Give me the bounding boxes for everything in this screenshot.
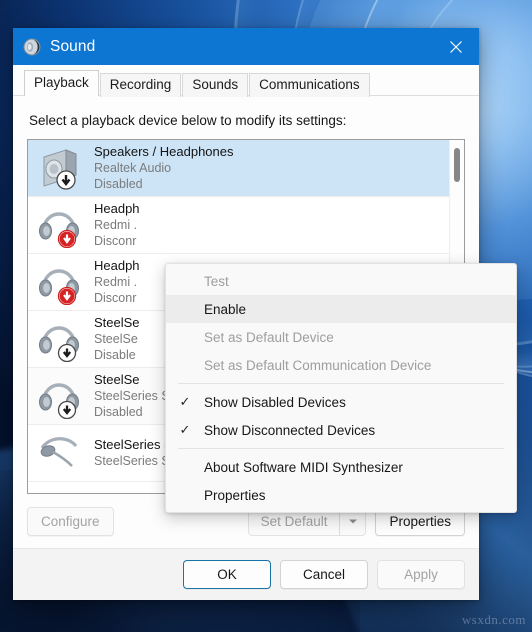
sound-dialog-window: Sound Playback Recording Sounds Communic…: [13, 28, 517, 600]
device-name: Speakers / Headphones: [94, 144, 234, 159]
headphones-icon: [36, 202, 84, 249]
menu-item-label: Test: [204, 273, 229, 289]
status-badge: Disabled: [94, 177, 143, 191]
apply-button[interactable]: Apply: [377, 560, 465, 589]
tab-recording[interactable]: Recording: [99, 73, 182, 97]
device-text: Headph Redmi . Disconr: [94, 258, 140, 306]
status-badge: Disconr: [94, 291, 137, 305]
device-name: Headph: [94, 258, 140, 273]
menu-item-label: Show Disconnected Devices: [204, 422, 376, 438]
menu-item-label: Set as Default Device: [204, 329, 334, 345]
device-name: SteelSe: [94, 315, 140, 330]
dialog-footer: OK Cancel Apply: [13, 548, 479, 600]
menu-item-label: About Software MIDI Synthesizer: [204, 459, 403, 475]
headset-icon: [36, 316, 84, 363]
menu-item-enable[interactable]: Enable: [166, 295, 516, 323]
ok-button[interactable]: OK: [183, 560, 271, 589]
menu-item-set-as-default-device[interactable]: Set as Default Device: [166, 323, 516, 351]
menu-item-test[interactable]: Test: [166, 267, 516, 295]
watermark: wsxdn.com: [461, 612, 526, 627]
tab-communications[interactable]: Communications: [249, 73, 370, 97]
microphone-icon: [36, 430, 84, 476]
table-row[interactable]: Headph Redmi . Disconr: [28, 197, 449, 254]
device-driver: SteelSe: [94, 332, 138, 346]
menu-separator: [178, 448, 504, 449]
window-body: Playback Recording Sounds Communications…: [13, 65, 517, 600]
context-menu[interactable]: Test Enable Set as Default Device Set as…: [165, 263, 517, 513]
cancel-button[interactable]: Cancel: [280, 560, 368, 589]
menu-item-label: Set as Default Communication Device: [204, 357, 432, 373]
menu-item-label: Properties: [204, 487, 266, 503]
checkmark-icon: ✓: [179, 422, 191, 437]
speaker-icon: [23, 38, 41, 56]
headphones-icon: [36, 259, 84, 306]
device-text: SteelSe SteelSe Disable: [94, 315, 140, 363]
window-title: Sound: [50, 37, 96, 55]
menu-item-about-software-midi-synthesizer[interactable]: About Software MIDI Synthesizer: [166, 453, 516, 481]
desktop-background: wsxdn.com Sound Playback Recording Sound…: [0, 0, 532, 632]
menu-item-show-disabled-devices[interactable]: ✓ Show Disabled Devices: [166, 388, 516, 416]
status-badge: Disconr: [94, 234, 137, 248]
menu-item-label: Show Disabled Devices: [204, 394, 346, 410]
tab-playback[interactable]: Playback: [24, 70, 99, 96]
tab-sounds[interactable]: Sounds: [182, 73, 249, 97]
configure-button[interactable]: Configure: [27, 507, 114, 536]
menu-item-properties[interactable]: Properties: [166, 481, 516, 509]
device-text: Headph Redmi . Disconr: [94, 201, 140, 249]
status-badge: Disable: [94, 348, 136, 362]
device-name: Headph: [94, 201, 140, 216]
scrollbar-thumb[interactable]: [454, 148, 460, 182]
device-driver: Redmi .: [94, 275, 138, 289]
tab-strip: Playback Recording Sounds Communications: [13, 65, 479, 97]
table-row[interactable]: Speakers / Headphones Realtek Audio Disa…: [28, 140, 449, 197]
menu-item-label: Enable: [204, 301, 247, 317]
menu-separator: [178, 383, 504, 384]
title-bar: Sound: [13, 28, 479, 65]
speaker-box-icon: [36, 145, 84, 191]
close-icon[interactable]: [433, 28, 479, 65]
device-driver: Realtek Audio: [94, 161, 172, 175]
menu-item-show-disconnected-devices[interactable]: ✓ Show Disconnected Devices: [166, 416, 516, 444]
menu-item-set-as-default-communication-device[interactable]: Set as Default Communication Device: [166, 351, 516, 379]
page-title: Select a playback device below to modify…: [29, 113, 347, 128]
headset-icon: [36, 373, 84, 420]
device-driver: Redmi .: [94, 218, 138, 232]
device-text: Speakers / Headphones Realtek Audio Disa…: [94, 144, 233, 192]
checkmark-icon: ✓: [179, 394, 191, 409]
